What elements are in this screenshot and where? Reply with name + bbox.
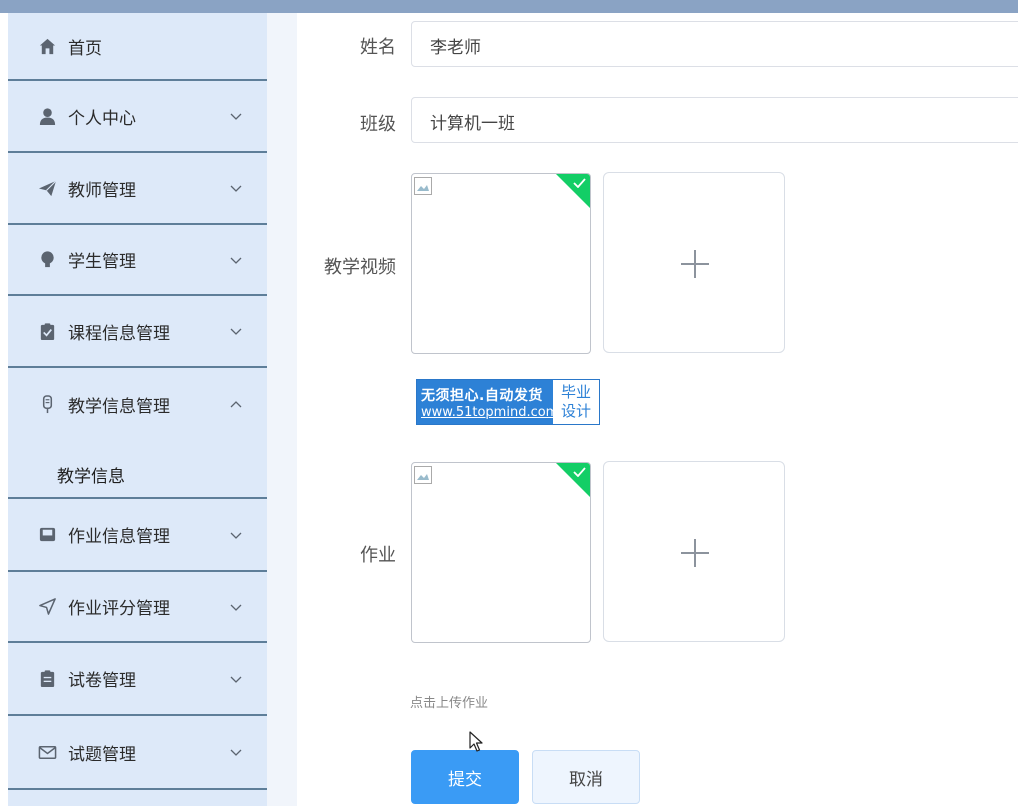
add-homework-button[interactable] [603, 461, 785, 642]
sidebar-item-label: 首页 [68, 38, 102, 59]
content-gutter [267, 13, 297, 806]
uploaded-video-card[interactable] [411, 173, 591, 354]
clipboard-icon [37, 669, 57, 689]
lightbulb-icon [37, 250, 57, 270]
sidebar-item-label: 个人中心 [68, 108, 136, 129]
sidebar-item-label: 教师管理 [68, 180, 136, 201]
sidebar-item-label: 作业评分管理 [68, 599, 170, 619]
watermark-right1: 毕业 [560, 383, 591, 401]
sidebar-item-teacher-management[interactable]: 教师管理 [8, 153, 267, 225]
chevron-up-icon [230, 400, 242, 407]
sidebar-item-teaching-info-management[interactable]: 教学信息管理 [8, 368, 267, 441]
mouse-cursor-icon [469, 731, 483, 752]
chevron-down-icon [230, 604, 242, 611]
add-video-button[interactable] [603, 172, 785, 353]
broken-image-icon [414, 466, 432, 484]
watermark-badge: 无须担心.自动发货 www.51topmind.com 毕业 设计 [416, 379, 600, 425]
left-edge [0, 13, 8, 806]
homework-upload-hint: 点击上传作业 [410, 696, 489, 711]
sidebar-item-personal-center[interactable]: 个人中心 [8, 81, 267, 153]
clipboard-check-icon [37, 321, 57, 341]
class-input[interactable]: 计算机一班 [411, 97, 1018, 143]
microphone-icon [37, 395, 57, 415]
paper-plane-icon [37, 178, 57, 198]
sidebar-item-label: 作业信息管理 [68, 527, 170, 547]
sidebar-item-exam-paper-management[interactable]: 试卷管理 [8, 643, 267, 716]
name-input[interactable]: 李老师 [411, 21, 1018, 67]
sidebar-subitem-teaching-info[interactable]: 教学信息 [8, 452, 267, 499]
sidebar-item-homework-grading-management[interactable]: 作业评分管理 [8, 572, 267, 643]
chevron-down-icon [230, 749, 242, 756]
cancel-button[interactable]: 取消 [532, 750, 640, 804]
homework-label: 作业 [360, 545, 396, 566]
inbox-icon [37, 525, 57, 545]
sidebar-item-label: 教学信息管理 [68, 397, 170, 417]
sidebar: 首页 个人中心 教师管理 学生管理 课程信息管理 教学信息管理 教学信息 作业信… [8, 13, 267, 806]
user-icon [37, 106, 57, 126]
chevron-down-icon [230, 328, 242, 335]
plus-icon [681, 250, 709, 278]
chevron-down-icon [230, 532, 242, 539]
class-input-value: 计算机一班 [430, 114, 515, 134]
chevron-down-icon [230, 185, 242, 192]
chevron-down-icon [230, 676, 242, 683]
name-input-value: 李老师 [430, 38, 481, 58]
watermark-line1: 无须担心.自动发货 [421, 387, 543, 404]
uploaded-homework-card[interactable] [411, 462, 591, 643]
sidebar-item-student-management[interactable]: 学生管理 [8, 225, 267, 296]
watermark-left: 无须担心.自动发货 www.51topmind.com [417, 380, 559, 424]
sidebar-item-question-management[interactable]: 试题管理 [8, 716, 267, 790]
watermark-right: 毕业 设计 [553, 380, 599, 424]
check-icon [573, 467, 586, 477]
sidebar-item-label: 学生管理 [68, 252, 136, 272]
chevron-down-icon [230, 257, 242, 264]
broken-image-icon [414, 177, 432, 195]
sidebar-item-course-info-management[interactable]: 课程信息管理 [8, 296, 267, 368]
navigation-icon [37, 597, 57, 617]
plus-icon [681, 539, 709, 567]
mail-icon [37, 742, 57, 762]
chevron-down-icon [230, 113, 242, 120]
class-label: 班级 [360, 114, 396, 135]
sidebar-item-homework-info-management[interactable]: 作业信息管理 [8, 499, 267, 572]
video-label: 教学视频 [324, 257, 396, 278]
top-bar [0, 0, 1018, 13]
sidebar-item-label: 试题管理 [68, 744, 136, 765]
watermark-right2: 设计 [560, 402, 591, 420]
sidebar-item-label: 课程信息管理 [68, 323, 170, 344]
name-label: 姓名 [360, 37, 396, 58]
sidebar-subitem-label: 教学信息 [57, 467, 125, 487]
watermark-line2: www.51topmind.com [421, 404, 559, 420]
sidebar-item-label: 试卷管理 [68, 671, 136, 691]
submit-button[interactable]: 提交 [411, 750, 519, 804]
home-icon [37, 36, 57, 56]
check-icon [573, 178, 586, 188]
sidebar-item-home[interactable]: 首页 [8, 13, 267, 81]
